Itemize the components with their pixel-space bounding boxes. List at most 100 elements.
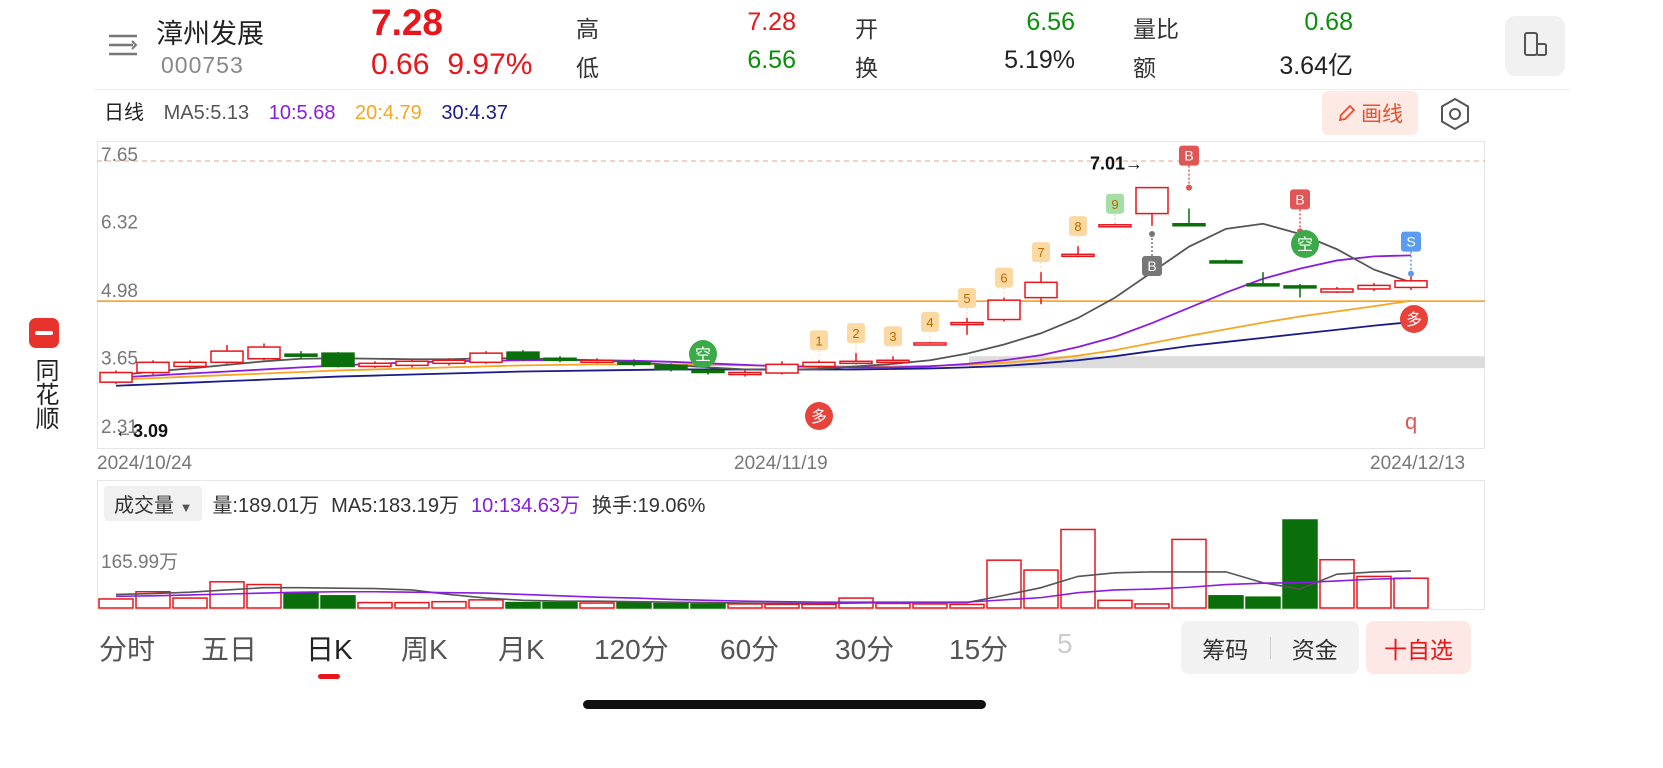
tab-5min[interactable]: 5 xyxy=(1057,628,1073,660)
volume-bar xyxy=(357,601,393,609)
stock-name[interactable]: 漳州发展 xyxy=(156,12,264,51)
tab-120min[interactable]: 120分 xyxy=(594,628,669,668)
tab-daily-k[interactable]: 日K xyxy=(306,628,353,668)
volume-bar xyxy=(764,603,800,609)
sequence-signal: 5 xyxy=(958,287,976,318)
candle-body xyxy=(580,359,614,364)
candle-body xyxy=(1357,284,1391,290)
tab-five-day[interactable]: 五日 xyxy=(201,628,257,668)
candle xyxy=(1135,186,1169,226)
volume-ma10: 10:134.63万 xyxy=(471,494,581,517)
candle-body xyxy=(543,357,577,361)
sell-signal: S xyxy=(1401,231,1421,277)
y-tick-label: 4.98 xyxy=(101,281,138,302)
volume-bar xyxy=(801,603,837,609)
quote-header: 漳州发展 000753 7.28 0.66 9.97% 高 7.28 开 6.56… xyxy=(95,0,1570,90)
candle xyxy=(1357,282,1391,291)
candle-body xyxy=(173,361,207,368)
sequence-signal: 4 xyxy=(921,311,939,342)
candle xyxy=(580,358,614,364)
volume-indicator-select[interactable]: 成交量 ▼ xyxy=(104,485,203,521)
volume-bar xyxy=(690,603,726,609)
quote-label-turnover: 换 xyxy=(855,55,878,81)
menu-icon[interactable] xyxy=(107,32,139,58)
tab-monthly-k[interactable]: 月K xyxy=(498,628,545,668)
landscape-toggle-button[interactable] xyxy=(1505,16,1565,76)
volume-bar xyxy=(1097,599,1133,609)
sequence-signal: 9 xyxy=(1106,193,1124,224)
volume-bar xyxy=(1023,569,1059,609)
ma-indicator-row: 日线 MA5:5.13 10:5.68 20:4.79 30:4.37 xyxy=(104,96,522,125)
quote-label-vol-ratio: 量比 xyxy=(1133,16,1179,42)
candle-body xyxy=(950,321,984,326)
brand-strip[interactable]: 同花顺 xyxy=(28,318,60,430)
candle-body xyxy=(432,359,466,365)
buy-signal-right: B xyxy=(1290,189,1310,235)
current-price: 7.28 xyxy=(371,2,444,43)
candle xyxy=(1320,286,1354,294)
candle-body xyxy=(395,360,429,367)
buy-signal-gray-label: B xyxy=(1147,258,1156,274)
ma20-value: 20:4.79 xyxy=(355,102,422,124)
tab-60min[interactable]: 60分 xyxy=(720,628,779,668)
sequence-number: 8 xyxy=(1074,219,1081,234)
quote-value-turnover: 5.19% xyxy=(1004,46,1075,74)
volume-bar xyxy=(98,598,134,609)
tab-15min[interactable]: 15分 xyxy=(949,628,1008,668)
active-tab-indicator xyxy=(318,674,340,679)
y-tick-label: 6.32 xyxy=(101,213,138,234)
candle-body xyxy=(617,361,651,366)
volume-bar xyxy=(468,599,504,609)
tab-weekly-k[interactable]: 周K xyxy=(401,628,448,668)
candle-body xyxy=(247,346,281,360)
quote-value-amount: 3.64亿 xyxy=(1279,52,1353,80)
candle xyxy=(506,350,540,362)
volume-bar xyxy=(1060,528,1096,609)
sequence-number: 3 xyxy=(889,329,896,344)
candle xyxy=(1283,283,1317,298)
tab-30min[interactable]: 30分 xyxy=(835,628,894,668)
short-signal-bubble-right-label: 空 xyxy=(1297,235,1313,254)
brand-logo-icon xyxy=(29,318,59,348)
candle xyxy=(1246,272,1280,287)
sell-signal-dot xyxy=(1408,270,1414,277)
tab-minute[interactable]: 分时 xyxy=(99,628,155,668)
sequence-number: 5 xyxy=(963,291,970,306)
sell-signal-label: S xyxy=(1406,234,1415,250)
phone-rotate-icon xyxy=(1524,32,1547,56)
pencil-icon xyxy=(1338,104,1356,122)
candlestick-chart[interactable]: 7.656.324.983.652.317.01→←3.091 2 3456789B… xyxy=(97,141,1485,449)
quote-label-high: 高 xyxy=(576,16,599,42)
draw-line-button[interactable]: 画线 xyxy=(1322,91,1418,135)
sequence-signal: 1 xyxy=(810,330,828,361)
funds-button[interactable]: 资金 xyxy=(1271,631,1360,665)
quote-label-low: 低 xyxy=(576,55,599,81)
chips-button[interactable]: 筹码 xyxy=(1181,631,1270,665)
volume-bar xyxy=(579,602,615,609)
volume-bar xyxy=(1171,538,1207,609)
add-watchlist-button[interactable]: 十自选 xyxy=(1366,621,1471,674)
price-change: 0.66 9.97% xyxy=(371,48,532,82)
home-indicator xyxy=(583,700,986,709)
volume-bar xyxy=(1245,596,1281,609)
volume-indicator-label: 成交量 xyxy=(114,494,174,517)
sequence-number: 7 xyxy=(1037,245,1044,260)
volume-bar xyxy=(172,597,208,609)
caret-down-icon: ▼ xyxy=(179,499,193,515)
sequence-number: 1 xyxy=(815,333,822,348)
sequence-signal: 7 xyxy=(1032,242,1050,273)
candle-body xyxy=(1394,280,1428,289)
change-amount: 0.66 xyxy=(371,48,430,81)
candle-body xyxy=(1172,223,1206,227)
candle xyxy=(469,351,503,364)
buy-signal-gray-dot xyxy=(1149,230,1155,237)
candle xyxy=(247,343,281,361)
candle-body xyxy=(1246,283,1280,287)
candle xyxy=(321,352,355,368)
volume-header: 成交量 ▼ 量:189.01万 MA5:183.19万 10:134.63万 换… xyxy=(104,485,717,521)
candle-body xyxy=(469,352,503,364)
settings-icon[interactable] xyxy=(1437,96,1473,132)
candle-body xyxy=(913,342,947,346)
volume-bar xyxy=(1134,603,1170,609)
ma5-line xyxy=(115,222,1412,377)
